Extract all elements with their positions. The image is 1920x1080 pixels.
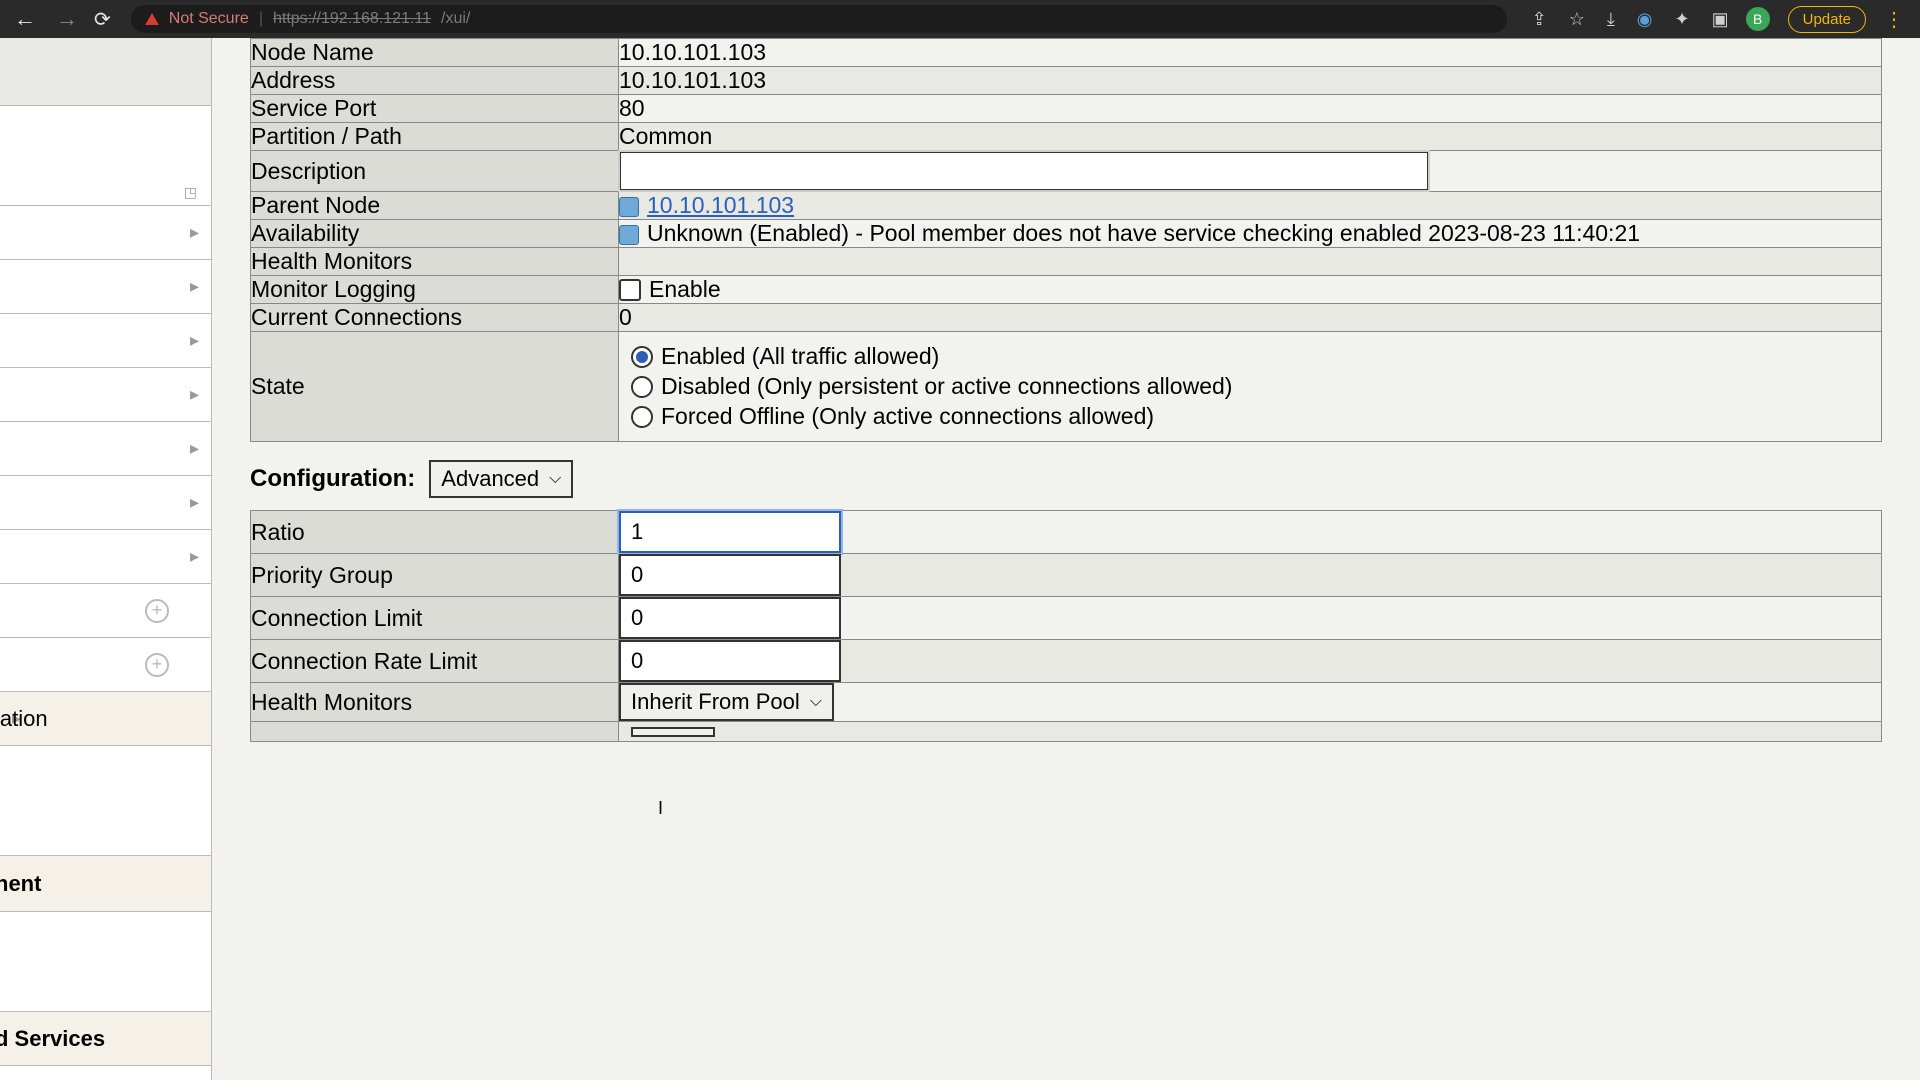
forward-icon[interactable]: → [52,6,82,32]
sidebar-gap [0,746,211,856]
sidebar-item[interactable]: ▸ [0,530,211,584]
back-icon[interactable]: ← [10,6,40,32]
connection-limit-label: Connection Limit [251,597,619,640]
partition-label: Partition / Path [251,123,619,151]
sidebar-item[interactable]: ▸ [0,314,211,368]
description-input[interactable] [619,151,1429,191]
availability-value: Unknown (Enabled) - Pool member does not… [647,220,1640,246]
monitor-logging-check-label: Enable [649,276,721,302]
sidebar-item[interactable]: ▸ [0,368,211,422]
avatar[interactable]: B [1746,7,1770,31]
security-status: Not Secure [169,10,249,28]
chevron-right-icon: ▸ [190,276,199,297]
partial-select[interactable] [631,727,715,737]
node-name-label: Node Name [251,39,619,67]
chevron-right-icon: ▸ [190,330,199,351]
connection-rate-limit-label: Connection Rate Limit [251,640,619,683]
service-port-value: 80 [619,95,1882,123]
chevron-right-icon: ▸ [190,492,199,513]
configuration-mode-select[interactable]: Advanced⌵ [429,460,573,498]
reload-icon[interactable]: ⟳ [94,7,111,32]
bookmark-icon[interactable]: ☆ [1564,9,1590,30]
state-offline-radio[interactable] [631,406,653,428]
state-label: State [251,332,619,442]
connection-limit-input[interactable] [619,597,841,639]
chevron-down-icon: ⌵ [810,693,822,711]
panel-icon[interactable]: ▣ [1707,9,1734,30]
availability-label: Availability [251,220,619,248]
state-offline-label: Forced Offline (Only active connections … [661,403,1154,430]
share-icon[interactable]: ⇪ [1527,9,1552,30]
state-disabled-radio[interactable] [631,376,653,398]
current-connections-value: 0 [619,304,1882,332]
sidebar-item[interactable]: nent [0,856,211,912]
sidebar-item[interactable]: + [0,638,211,692]
chevron-down-icon: ⌵ [549,470,561,488]
sidebar-item[interactable]: d Services [0,1012,211,1066]
current-connections-label: Current Connections [251,304,619,332]
address-value: 10.10.101.103 [619,67,1882,95]
chevron-right-icon: ▸ [190,546,199,567]
sidebar-item[interactable]: ▸ [0,422,211,476]
url-bar[interactable]: Not Secure | https://192.168.121.11/xui/ [131,5,1507,33]
health-monitors-label: Health Monitors [251,248,619,276]
update-button[interactable]: Update [1788,6,1866,33]
partition-value: Common [619,123,1882,151]
sidebar-item[interactable]: + [0,584,211,638]
sidebar-gap [0,912,211,1012]
sidebar-header [0,38,211,106]
url-path: /xui/ [441,10,470,28]
install-icon[interactable]: ⤓ [1602,9,1620,30]
parent-node-label: Parent Node [251,192,619,220]
ratio-input[interactable] [619,511,841,553]
configuration-header: Configuration: Advanced⌵ [250,442,1882,510]
popout-icon[interactable]: ◳ [184,184,197,201]
status-square-icon [619,225,639,245]
priority-group-label: Priority Group [251,554,619,597]
menu-icon[interactable]: ⋮ [1878,7,1910,32]
chevron-right-icon: ▸ [190,438,199,459]
sidebar: ◳ ▸ ▸ ▸ ▸ ▸ ▸ ▸ + + lation▸ nent d Servi… [0,38,212,1080]
plus-icon[interactable]: + [145,599,169,623]
configuration-title: Configuration: [250,465,415,493]
sidebar-item[interactable]: lation▸ [0,692,211,746]
state-enabled-radio[interactable] [631,346,653,368]
config-health-monitors-label: Health Monitors [251,683,619,722]
plus-icon[interactable]: + [145,653,169,677]
extension-icon[interactable]: ◉ [1632,9,1658,30]
extensions-icon[interactable]: ✦ [1670,9,1695,30]
description-label: Description [251,151,619,192]
service-port-label: Service Port [251,95,619,123]
ratio-label: Ratio [251,511,619,554]
chevron-right-icon: ▸ [190,384,199,405]
health-monitors-value [619,248,1882,276]
state-enabled-label: Enabled (All traffic allowed) [661,343,939,370]
monitor-logging-label: Monitor Logging [251,276,619,304]
sidebar-item[interactable]: ▸ [0,260,211,314]
status-square-icon [619,197,639,217]
monitor-logging-checkbox[interactable] [619,279,641,301]
health-monitors-select[interactable]: Inherit From Pool⌵ [619,683,834,721]
general-properties-table: Node Name 10.10.101.103 Address 10.10.10… [250,38,1882,442]
browser-toolbar: ← → ⟳ Not Secure | https://192.168.121.1… [0,0,1920,38]
warning-icon [145,13,159,25]
sidebar-item[interactable]: ▸ [0,206,211,260]
node-name-value: 10.10.101.103 [619,39,1882,67]
address-label: Address [251,67,619,95]
priority-group-input[interactable] [619,554,841,596]
state-disabled-label: Disabled (Only persistent or active conn… [661,373,1232,400]
content-area: Node Name 10.10.101.103 Address 10.10.10… [212,38,1920,1080]
chevron-right-icon: ▸ [190,222,199,243]
sidebar-item[interactable]: ▸ [0,476,211,530]
url-host: https://192.168.121.11 [273,10,431,28]
parent-node-link[interactable]: 10.10.101.103 [647,192,794,218]
sidebar-item[interactable]: ◳ [0,106,211,206]
configuration-table: Ratio Priority Group Connection Limit Co… [250,510,1882,742]
connection-rate-limit-input[interactable] [619,640,841,682]
